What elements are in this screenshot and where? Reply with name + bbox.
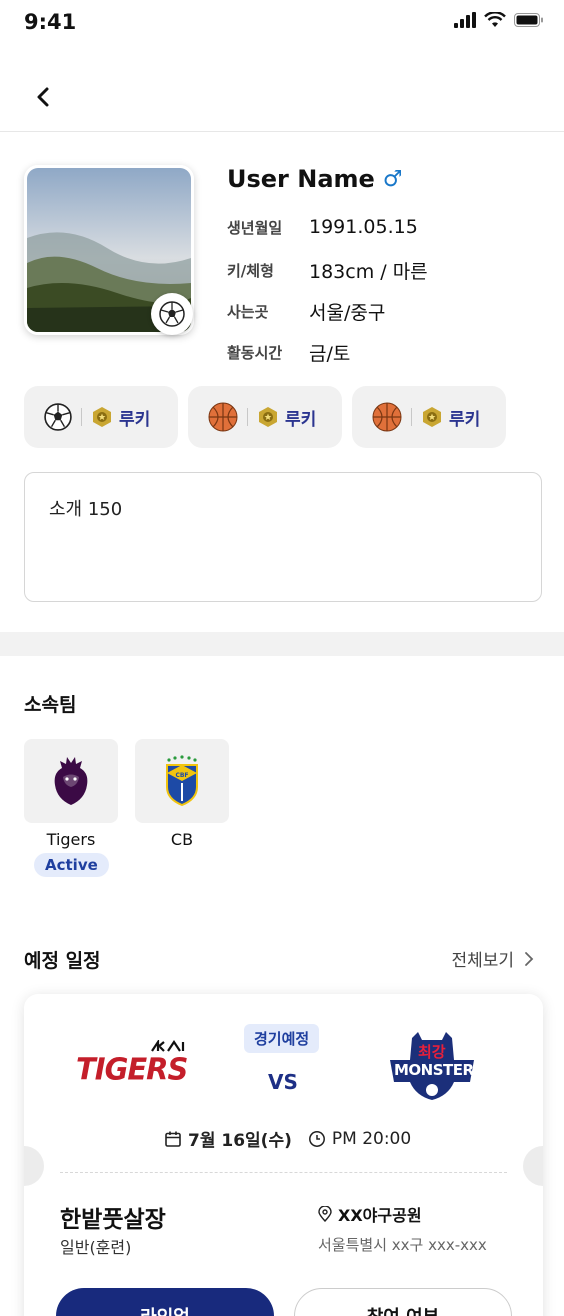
sport-chip-basketball-2[interactable]: 루키 <box>352 386 506 448</box>
team-name: CB <box>170 830 194 849</box>
sport-chip-soccer[interactable]: 루키 <box>24 386 178 448</box>
ticket-notch-right <box>523 1146 543 1186</box>
male-icon: ♂ <box>382 166 403 192</box>
soccer-ball-icon <box>44 403 72 431</box>
user-name: User Name <box>227 165 375 193</box>
attendance-button[interactable]: 참여 여부 <box>294 1288 512 1316</box>
match-time: PM 20:00 <box>331 1128 412 1149</box>
info-label: 키/체형 <box>227 262 274 280</box>
place-name-row: XX야구공원 <box>318 1202 422 1226</box>
ticket-notch-left <box>24 1146 44 1186</box>
info-value: 1991.05.15 <box>309 216 418 238</box>
location-pin-icon <box>318 1206 332 1222</box>
intro-text: 소개 150 <box>49 499 123 520</box>
status-icons <box>454 12 544 28</box>
home-team-name: TIGERS <box>76 1051 188 1087</box>
team-name: Tigers <box>46 830 96 849</box>
basketball-icon <box>372 402 402 432</box>
brazil-crest-icon: CBF <box>166 755 198 807</box>
info-label: 활동시간 <box>227 344 283 362</box>
view-all-link[interactable]: 전체보기 <box>451 946 534 971</box>
section-divider <box>0 632 564 656</box>
ticket-divider <box>60 1172 507 1173</box>
chevron-left-icon <box>37 87 49 107</box>
away-team-top-label: 최강 <box>418 1043 446 1061</box>
schedule-card[interactable]: TIGERS 경기예정 VS 최강 MONSTERS 7월 16일(수) PM … <box>24 994 543 1316</box>
user-name-row: User Name ♂ <box>227 165 403 193</box>
schedule-section-title: 예정 일정 <box>24 950 101 972</box>
home-team-logo: TIGERS <box>76 1040 198 1087</box>
place-name: XX야구공원 <box>338 1206 422 1225</box>
chip-level-label: 루키 <box>285 409 317 430</box>
intro-box: 소개 150 <box>24 472 542 602</box>
match-date: 7월 16일(수) <box>188 1131 292 1151</box>
match-status-badge: 경기예정 <box>244 1024 320 1053</box>
signal-icon <box>454 12 476 28</box>
basketball-icon <box>208 402 238 432</box>
info-label: 사는곳 <box>227 303 269 321</box>
soccer-ball-icon <box>159 301 185 327</box>
clock-icon <box>308 1130 325 1147</box>
status-time: 9:41 <box>24 10 77 34</box>
lion-crest-icon <box>54 757 88 805</box>
chip-divider <box>247 408 248 426</box>
teams-section-title: 소속팀 <box>24 694 77 716</box>
vs-label: VS <box>268 1070 298 1094</box>
away-team-name: MONSTERS <box>394 1061 484 1079</box>
rookie-badge-icon <box>93 407 111 427</box>
team-card-cb[interactable]: CBF <box>135 739 229 823</box>
info-row-activity: 활동시간 금/토 <box>227 339 350 366</box>
venue-type: 일반(훈련) <box>60 1238 132 1257</box>
chip-level-label: 루키 <box>119 409 151 430</box>
info-row-birth: 생년월일 1991.05.15 <box>227 216 418 238</box>
lineup-button[interactable]: 라인업 <box>56 1288 274 1316</box>
away-team-logo: 최강 MONSTERS <box>382 1030 484 1102</box>
rookie-badge-icon <box>259 407 277 427</box>
venue-name: 한밭풋살장 <box>60 1207 166 1233</box>
match-datetime: 7월 16일(수) PM 20:00 <box>164 1126 411 1151</box>
info-value: 서울/중구 <box>309 302 386 324</box>
info-label: 생년월일 <box>227 218 283 237</box>
status-bar: 9:41 <box>0 0 564 50</box>
team-card-tigers[interactable] <box>24 739 118 823</box>
info-row-body: 키/체형 183cm / 마른 <box>227 257 428 284</box>
info-row-residence: 사는곳 서울/중구 <box>227 298 385 325</box>
place-address: 서울특별시 xx구 xxx-xxx <box>318 1236 487 1254</box>
info-value: 183cm / 마른 <box>309 261 428 283</box>
sport-chip-basketball[interactable]: 루키 <box>188 386 342 448</box>
back-button[interactable] <box>28 82 58 112</box>
rookie-badge-icon <box>423 407 441 427</box>
chevron-right-icon <box>525 951 534 966</box>
calendar-icon <box>165 1131 181 1147</box>
battery-icon <box>514 13 543 27</box>
profile-sport-badge <box>151 293 193 335</box>
chip-divider <box>81 408 82 426</box>
chip-divider <box>411 408 412 426</box>
view-all-label: 전체보기 <box>451 951 514 971</box>
nav-bar <box>0 58 564 132</box>
chip-level-label: 루키 <box>449 409 481 430</box>
active-badge: Active <box>34 853 109 877</box>
wifi-icon <box>484 12 506 27</box>
info-value: 금/토 <box>309 343 351 365</box>
svg-text:CBF: CBF <box>175 772 188 779</box>
